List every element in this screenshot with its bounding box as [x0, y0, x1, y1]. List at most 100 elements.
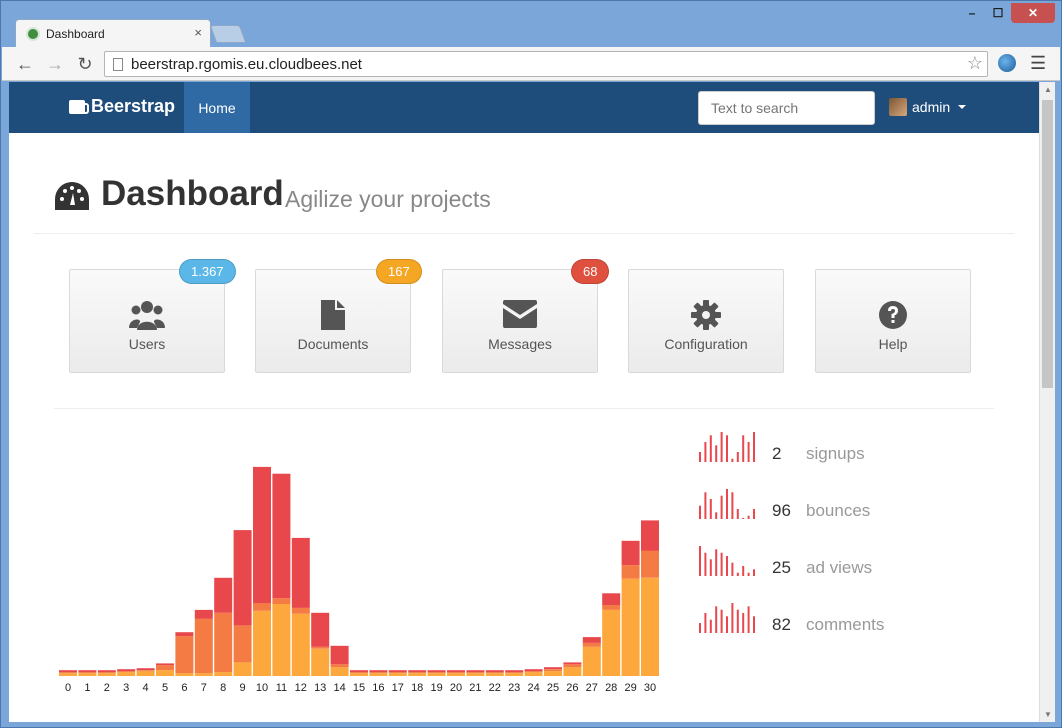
- bar-segment: [369, 670, 388, 673]
- spark-bar: [747, 515, 750, 519]
- envelope-icon: [503, 300, 537, 328]
- bar-segment: [233, 530, 252, 626]
- bar-segment: [253, 610, 271, 676]
- tab-close-icon[interactable]: ×: [194, 25, 202, 40]
- spark-bar: [726, 556, 728, 576]
- x-tick-label: 2: [104, 682, 110, 694]
- spark-bar: [704, 552, 707, 576]
- spark-bar: [736, 509, 739, 519]
- stat-bounces: 96 bounces: [699, 489, 999, 525]
- x-tick-label: 9: [240, 682, 246, 694]
- spark-bar: [720, 495, 723, 519]
- x-tick-label: 27: [586, 682, 598, 694]
- question-icon: [879, 301, 907, 329]
- spark-bar: [742, 518, 745, 519]
- bar-segment: [388, 672, 407, 674]
- ad-views-sparkline: [699, 546, 755, 576]
- comments-sparkline: [699, 603, 755, 633]
- close-window-button[interactable]: ✕: [1011, 3, 1055, 23]
- tile-help[interactable]: Help: [815, 269, 971, 373]
- x-tick-label: 0: [65, 682, 71, 694]
- gear-icon: [691, 300, 721, 330]
- scroll-down-arrow-icon[interactable]: ▼: [1044, 710, 1052, 719]
- url-text[interactable]: beerstrap.rgomis.eu.cloudbees.net: [131, 56, 362, 73]
- brand[interactable]: Beerstrap: [69, 96, 175, 117]
- signups-value: 2: [772, 444, 782, 463]
- bar-segment: [641, 550, 659, 578]
- bar-segment: [447, 672, 465, 674]
- tab-title: Dashboard: [46, 27, 105, 41]
- bookmark-star-icon[interactable]: ☆: [967, 53, 983, 74]
- x-tick-label: 14: [333, 682, 345, 694]
- tile-users[interactable]: 1.367 Users: [69, 259, 236, 373]
- x-tick-label: 24: [527, 682, 539, 694]
- bar-segment: [291, 537, 310, 608]
- x-tick-label: 18: [411, 682, 423, 694]
- spark-bar: [715, 606, 718, 633]
- tile-configuration[interactable]: Configuration: [628, 269, 784, 373]
- x-tick-label: 30: [644, 682, 656, 694]
- x-tick-label: 4: [143, 682, 149, 694]
- bounces-label: bounces: [806, 501, 871, 520]
- tile-documents[interactable]: 167 Documents: [255, 259, 422, 373]
- bar-segment: [330, 664, 349, 668]
- browser-menu-icon[interactable]: ☰: [1030, 53, 1046, 74]
- back-arrow-icon[interactable]: ←: [14, 53, 36, 75]
- x-tick-label: 5: [162, 682, 168, 694]
- spark-bar: [753, 616, 755, 633]
- x-tick-label: 29: [624, 682, 636, 694]
- bar-segment: [175, 636, 194, 674]
- bar-segment: [350, 673, 368, 676]
- scroll-thumb[interactable]: [1042, 100, 1053, 388]
- bar-segment: [117, 672, 136, 676]
- bar-segment: [505, 670, 524, 673]
- bar-segment: [117, 669, 136, 672]
- extension-globe-icon[interactable]: [998, 54, 1016, 72]
- bounces-sparkline: [699, 489, 755, 519]
- x-tick-label: 28: [605, 682, 617, 694]
- spark-bar: [747, 606, 750, 633]
- bar-segment: [408, 672, 427, 674]
- x-tick-label: 25: [547, 682, 559, 694]
- forward-arrow-icon[interactable]: →: [44, 53, 66, 75]
- minimize-button[interactable]: –: [959, 3, 985, 23]
- bar-segment: [311, 648, 330, 676]
- scroll-up-arrow-icon[interactable]: ▲: [1044, 85, 1052, 94]
- spark-bar: [753, 509, 755, 519]
- search-input[interactable]: [698, 91, 875, 125]
- bar-segment: [214, 577, 233, 613]
- bar-segment: [621, 565, 640, 579]
- vertical-scrollbar[interactable]: ▲ ▼: [1039, 82, 1055, 722]
- bar-segment: [175, 673, 194, 676]
- reload-icon[interactable]: ↻: [74, 53, 96, 75]
- spark-bar: [715, 512, 718, 519]
- nav-home-link[interactable]: Home: [184, 82, 250, 133]
- bar-segment: [524, 671, 543, 673]
- users-count-badge: 1.367: [179, 259, 236, 284]
- bar-segment: [427, 672, 446, 674]
- documents-count-badge: 167: [376, 259, 422, 284]
- tile-messages[interactable]: 68 Messages: [442, 259, 610, 373]
- bar-segment: [350, 672, 368, 674]
- x-tick-label: 8: [220, 682, 226, 694]
- spark-bar: [736, 609, 739, 633]
- bar-segment: [602, 609, 621, 676]
- bar-segment: [136, 671, 155, 676]
- user-menu[interactable]: admin: [889, 98, 967, 116]
- new-tab-button[interactable]: [209, 25, 247, 43]
- spark-bar: [742, 613, 745, 633]
- bar-segment: [233, 625, 252, 663]
- maximize-button[interactable]: ☐: [985, 3, 1011, 23]
- browser-window: Dashboard × – ☐ ✕ ← → ↻ beerstrap.rgomis…: [0, 0, 1062, 728]
- spark-bar: [726, 489, 728, 519]
- browser-tab[interactable]: Dashboard ×: [15, 19, 211, 47]
- spark-bar: [731, 603, 734, 633]
- bar-segment: [311, 646, 330, 649]
- bar-segment: [78, 672, 97, 674]
- bar-segment: [194, 673, 213, 676]
- x-tick-label: 22: [489, 682, 501, 694]
- spark-bar: [709, 435, 712, 462]
- address-bar[interactable]: beerstrap.rgomis.eu.cloudbees.net ☆: [104, 51, 988, 77]
- x-tick-label: 23: [508, 682, 520, 694]
- bar-segment: [59, 672, 77, 674]
